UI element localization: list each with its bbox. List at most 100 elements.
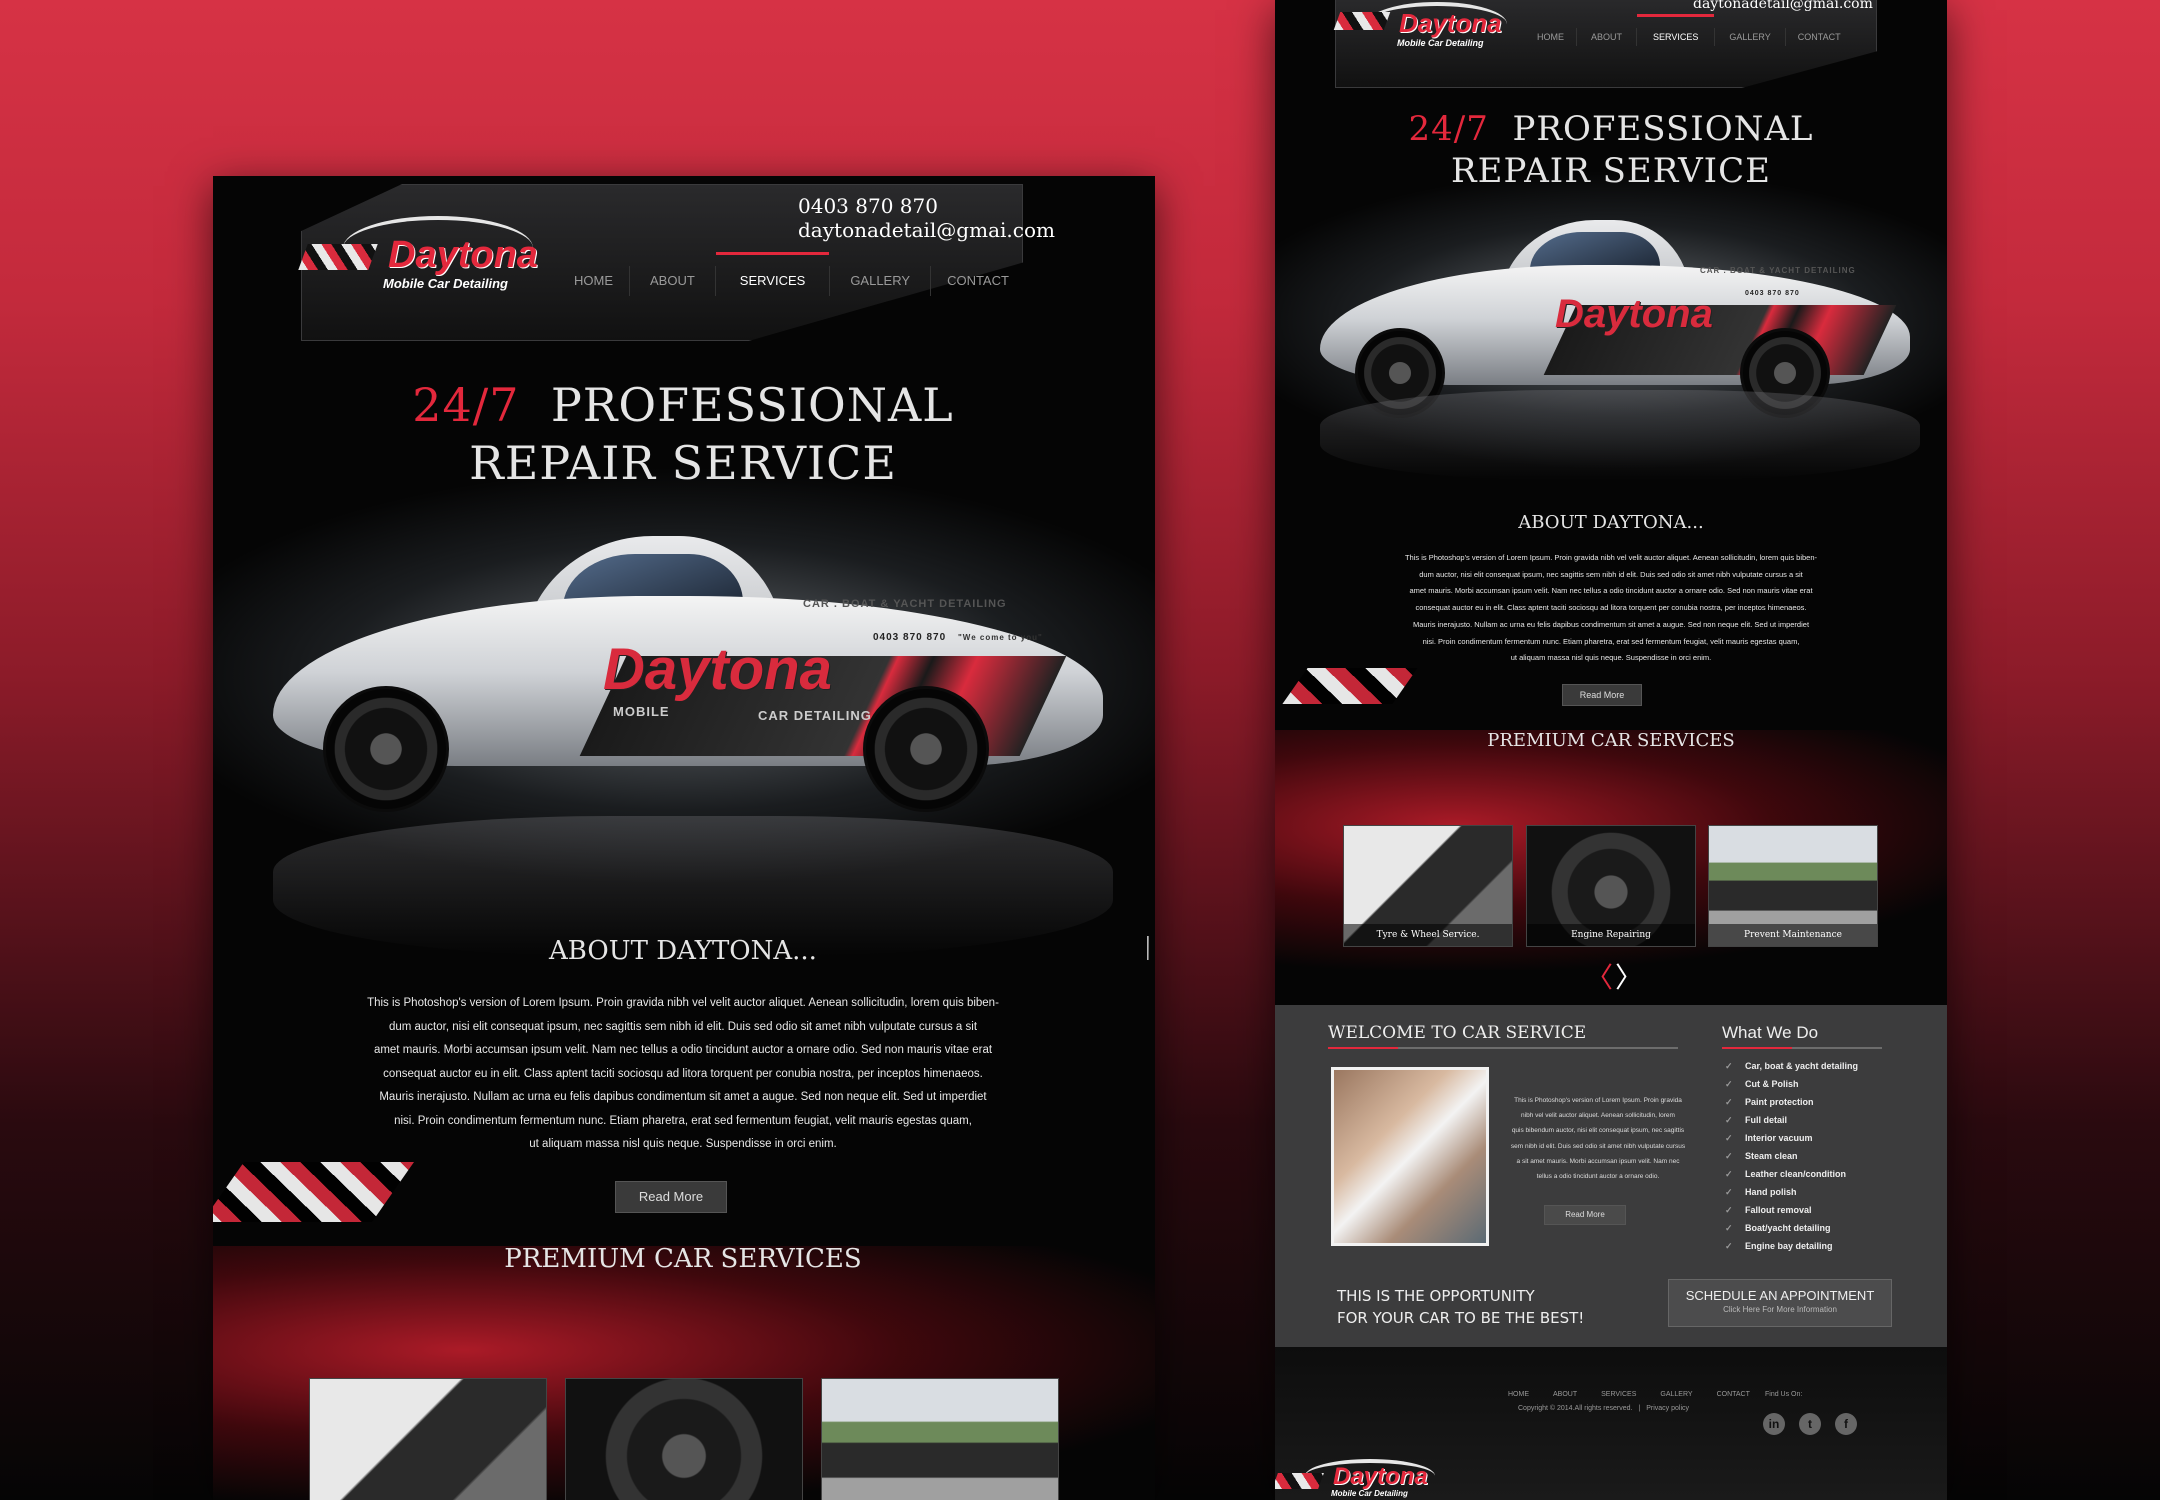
hero-title-line1: PROFESSIONAL	[550, 378, 954, 432]
car-decal-brand: Daytona	[1555, 292, 1713, 336]
what-we-do-list: Car, boat & yacht detailing Cut & Polish…	[1725, 1057, 1858, 1255]
car-reflection	[273, 816, 1113, 956]
cta-text: THIS IS THE OPPORTUNITY FOR YOUR CAR TO …	[1337, 1285, 1584, 1329]
service-thumb-engine[interactable]	[565, 1378, 803, 1500]
nav-services[interactable]: SERVICES	[715, 252, 830, 296]
car-decal-mobile: MOBILE	[613, 704, 670, 719]
welcome-line: This is Photoshop's version of Lorem Ips…	[1514, 1097, 1682, 1104]
nav-gallery[interactable]: GALLERY	[830, 266, 930, 296]
service-card-engine[interactable]: Engine Repairing	[1526, 825, 1696, 947]
checkered-flag-icon	[1333, 12, 1391, 30]
service-card-tyre[interactable]: Tyre & Wheel Service.	[1343, 825, 1513, 947]
service-list-item: Paint protection	[1725, 1093, 1858, 1111]
logo-tagline: Mobile Car Detailing	[1397, 38, 1484, 48]
about-title: ABOUT DAYTONA...	[549, 936, 817, 966]
hero-title-line1: PROFESSIONAL	[1512, 109, 1814, 149]
services-title: PREMIUM CAR SERVICES	[504, 1244, 862, 1274]
footer-logo-brand: Daytona	[1333, 1463, 1428, 1490]
service-list-item: Full detail	[1725, 1111, 1858, 1129]
service-list-item: Leather clean/condition	[1725, 1165, 1858, 1183]
about-line: nisi. Proin condimentum fermentum nunc. …	[1422, 636, 1800, 646]
checkered-flag-graphic	[1282, 668, 1418, 704]
logo-brand: Daytona	[1399, 8, 1502, 38]
nav-home[interactable]: HOME	[1525, 28, 1576, 46]
service-list-item: Cut & Polish	[1725, 1075, 1858, 1093]
footer-separator: |	[1638, 1405, 1641, 1412]
about-line: Mauris inerajusto. Nullam ac urna eu fel…	[1412, 619, 1810, 629]
nav-about[interactable]: ABOUT	[630, 266, 715, 296]
welcome-read-more-button[interactable]: Read More	[1544, 1205, 1626, 1225]
footer-nav-services[interactable]: SERVICES	[1601, 1391, 1636, 1398]
about-text: This is Photoshop's version of Lorem Ips…	[1361, 550, 1861, 667]
desktop-mockup: Daytona Mobile Car Detailing 0403 870 87…	[213, 176, 1155, 1500]
footer-logo-tagline: Mobile Car Detailing	[1331, 1489, 1408, 1498]
welcome-title-underline	[1328, 1047, 1678, 1049]
car-decal-top: CAR . BOAT & YACHT DETAILING	[803, 598, 1007, 610]
service-list-item: Steam clean	[1725, 1147, 1858, 1165]
welcome-line: quis bibendum auctor, nisi elit consequa…	[1511, 1127, 1685, 1135]
hero-highlight: 24/7	[1408, 109, 1489, 149]
find-us-label: Find Us On:	[1765, 1391, 1803, 1398]
service-caption: Engine Repairing	[1527, 924, 1695, 946]
checkered-flag-icon	[1275, 1473, 1324, 1489]
privacy-link[interactable]: Privacy policy	[1646, 1405, 1689, 1412]
footer-nav-gallery[interactable]: GALLERY	[1660, 1391, 1692, 1398]
nav-gallery[interactable]: GALLERY	[1715, 28, 1784, 46]
main-nav: HOME ABOUT SERVICES GALLERY CONTACT	[558, 252, 1025, 296]
about-title: ABOUT DAYTONA...	[1518, 512, 1704, 533]
full-page-mockup: Daytona Mobile Car Detailing daytonadeta…	[1275, 0, 1947, 1500]
logo-tagline: Mobile Car Detailing	[383, 276, 508, 291]
service-list-item: Boat/yacht detailing	[1725, 1219, 1858, 1237]
main-nav: HOME ABOUT SERVICES GALLERY CONTACT	[1525, 14, 1853, 46]
about-read-more-button[interactable]: Read More	[1562, 684, 1642, 706]
header-email[interactable]: daytonadetail@gmai.com	[798, 218, 1055, 242]
footer-nav-about[interactable]: ABOUT	[1553, 1391, 1577, 1398]
car-rear-wheel	[863, 686, 989, 812]
copyright-text: Copyright © 2014.All rights reserved.	[1518, 1405, 1633, 1412]
nav-contact[interactable]: CONTACT	[1786, 28, 1853, 46]
nav-home[interactable]: HOME	[558, 266, 629, 296]
welcome-line: nibh vel velit auctor aliquet. Aenean so…	[1521, 1112, 1675, 1120]
about-line: nisi. Proin condimentum fermentum nunc. …	[394, 1114, 972, 1127]
service-list-item: Interior vacuum	[1725, 1129, 1858, 1147]
site-logo[interactable]: Daytona Mobile Car Detailing	[298, 216, 538, 306]
schedule-title: SCHEDULE AN APPOINTMENT	[1685, 1288, 1875, 1303]
services-title: PREMIUM CAR SERVICES	[1487, 730, 1735, 751]
logo-brand: Daytona	[388, 234, 538, 276]
footer-nav: HOME ABOUT SERVICES GALLERY CONTACT	[1508, 1391, 1750, 1398]
footer-nav-contact[interactable]: CONTACT	[1717, 1391, 1750, 1398]
footer-legal: Copyright © 2014.All rights reserved. | …	[1518, 1405, 1689, 1412]
service-caption: Prevent Maintenance	[1709, 924, 1877, 946]
cta-line2: FOR YOUR CAR TO BE THE BEST!	[1337, 1309, 1585, 1327]
site-logo[interactable]: Daytona Mobile Car Detailing	[1333, 0, 1517, 60]
schedule-appointment-button[interactable]: SCHEDULE AN APPOINTMENT Click Here For M…	[1668, 1279, 1892, 1327]
car-decal-phone: 0403 870 870	[873, 632, 947, 643]
carousel-prev-arrow-icon[interactable]: 〈	[1585, 956, 1613, 996]
car-decal-phone: 0403 870 870	[1745, 290, 1800, 297]
nav-contact[interactable]: CONTACT	[931, 266, 1025, 296]
nav-services[interactable]: SERVICES	[1637, 14, 1715, 46]
linkedin-icon[interactable]: in	[1763, 1413, 1785, 1435]
facebook-icon[interactable]: f	[1835, 1413, 1857, 1435]
about-read-more-button[interactable]: Read More	[615, 1181, 727, 1213]
car-decal-slogan: "We come to you"	[958, 633, 1043, 642]
car-decal-top: CAR . BOAT & YACHT DETAILING	[1700, 266, 1856, 275]
carousel-next-arrow-icon[interactable]: 〉	[1615, 956, 1643, 996]
footer-nav-home[interactable]: HOME	[1508, 1391, 1529, 1398]
service-thumb-maintenance[interactable]	[821, 1378, 1059, 1500]
about-line: dum auctor, nisi elit consequat ipsum, n…	[388, 1020, 978, 1033]
about-text: This is Photoshop's version of Lorem Ips…	[333, 992, 1033, 1157]
car-decal-brand: Daytona	[603, 637, 832, 702]
header-email[interactable]: daytonadetail@gmai.com	[1693, 0, 1873, 12]
service-list-item: Hand polish	[1725, 1183, 1858, 1201]
welcome-title: WELCOME TO CAR SERVICE	[1328, 1023, 1587, 1043]
twitter-icon[interactable]: t	[1799, 1413, 1821, 1435]
service-list-item: Engine bay detailing	[1725, 1237, 1858, 1255]
checkered-flag-graphic	[213, 1162, 415, 1222]
service-card-maintenance[interactable]: Prevent Maintenance	[1708, 825, 1878, 947]
nav-about[interactable]: ABOUT	[1577, 28, 1636, 46]
footer-logo: Daytona Mobile Car Detailing	[1275, 1457, 1455, 1500]
header-phone: 0403 870 870	[798, 194, 938, 218]
site-footer: HOME ABOUT SERVICES GALLERY CONTACT Copy…	[1275, 1347, 1947, 1500]
service-thumb-tyre[interactable]	[309, 1378, 547, 1500]
